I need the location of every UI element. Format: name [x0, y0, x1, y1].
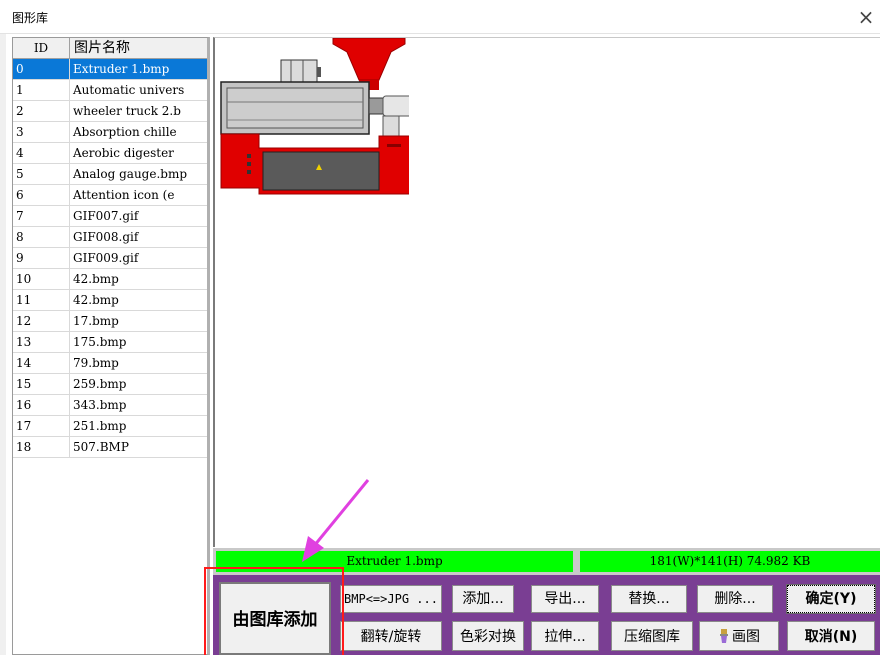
list-item-id: 1	[13, 80, 70, 100]
paint-button-label: 画图	[732, 629, 760, 645]
compress-library-button[interactable]: 压缩图库	[611, 621, 693, 651]
list-rows: 0 Extruder 1.bmp 1 Automatic univers 2 wheele…	[13, 59, 207, 458]
list-item-name: Extruder 1.bmp	[73, 62, 170, 76]
list-item-id: 14	[13, 353, 70, 373]
list-item-name: 79.bmp	[73, 356, 119, 370]
color-swap-button[interactable]: 色彩对换	[452, 621, 524, 651]
list-item-id: 18	[13, 437, 70, 457]
list-item[interactable]: 8 GIF008.gif	[13, 227, 207, 248]
list-item[interactable]: 10 42.bmp	[13, 269, 207, 290]
list-item-id: 5	[13, 164, 70, 184]
list-item[interactable]: 0 Extruder 1.bmp	[13, 59, 207, 80]
list-item-id: 4	[13, 143, 70, 163]
list-item-id: 16	[13, 395, 70, 415]
list-item[interactable]: 14 79.bmp	[13, 353, 207, 374]
list-item-name: 507.BMP	[73, 440, 129, 454]
cancel-button[interactable]: 取消(N)	[787, 621, 875, 651]
column-header-id[interactable]: ID	[13, 38, 70, 58]
ok-button[interactable]: 确定(Y)	[786, 584, 876, 614]
list-item[interactable]: 6 Attention icon (e	[13, 185, 207, 206]
list-item-id: 0	[13, 59, 70, 79]
list-item-name: wheeler truck 2.b	[73, 104, 181, 118]
list-item-name: 175.bmp	[73, 335, 127, 349]
list-item[interactable]: 12 17.bmp	[13, 311, 207, 332]
bmp-jpg-convert-button[interactable]: BMP<=>JPG ...	[340, 585, 442, 613]
extruder-machine-image	[220, 38, 409, 195]
list-item-name: 259.bmp	[73, 377, 127, 391]
list-item[interactable]: 2 wheeler truck 2.b	[13, 101, 207, 122]
list-item-name: Absorption chille	[73, 125, 177, 139]
title-bar: 图形库 ×	[0, 0, 880, 34]
paint-brush-icon	[720, 629, 728, 643]
list-item-id: 7	[13, 206, 70, 226]
list-item-name: 42.bmp	[73, 293, 119, 307]
close-icon[interactable]: ×	[856, 6, 876, 28]
list-item[interactable]: 13 175.bmp	[13, 332, 207, 353]
list-item[interactable]: 18 507.BMP	[13, 437, 207, 458]
list-item-name: Automatic univers	[73, 83, 185, 97]
list-item-id: 2	[13, 101, 70, 121]
list-item-id: 8	[13, 227, 70, 247]
list-header: ID 图片名称	[13, 38, 207, 59]
list-item[interactable]: 9 GIF009.gif	[13, 248, 207, 269]
replace-button[interactable]: 替换...	[611, 585, 687, 613]
image-list[interactable]: ID 图片名称 0 Extruder 1.bmp 1 Automatic univer…	[12, 37, 210, 655]
list-item-name: 251.bmp	[73, 419, 127, 433]
list-item-name: 42.bmp	[73, 272, 119, 286]
list-item-name: Aerobic digester	[73, 146, 174, 160]
add-button[interactable]: 添加...	[452, 585, 514, 613]
list-item-id: 10	[13, 269, 70, 289]
list-item[interactable]: 16 343.bmp	[13, 395, 207, 416]
list-item-name: GIF009.gif	[73, 251, 139, 265]
list-item-id: 6	[13, 185, 70, 205]
list-item-id: 13	[13, 332, 70, 352]
list-item-name: GIF008.gif	[73, 230, 139, 244]
window-title: 图形库	[12, 11, 49, 25]
list-item[interactable]: 11 42.bmp	[13, 290, 207, 311]
list-item-name: 17.bmp	[73, 314, 119, 328]
stretch-button[interactable]: 拉伸...	[531, 621, 599, 651]
export-button[interactable]: 导出...	[531, 585, 599, 613]
list-item-name: Analog gauge.bmp	[73, 167, 188, 181]
list-item[interactable]: 7 GIF007.gif	[13, 206, 207, 227]
list-item[interactable]: 3 Absorption chille	[13, 122, 207, 143]
column-header-name[interactable]: 图片名称	[70, 38, 207, 58]
annotation-arrow-icon	[302, 479, 370, 562]
list-item-id: 12	[13, 311, 70, 331]
list-item[interactable]: 15 259.bmp	[13, 374, 207, 395]
list-item-id: 3	[13, 122, 70, 142]
status-image-info: 181(W)*141(H) 74.982 KB	[580, 551, 880, 572]
list-item[interactable]: 5 Analog gauge.bmp	[13, 164, 207, 185]
list-item[interactable]: 1 Automatic univers	[13, 80, 207, 101]
list-item-name: GIF007.gif	[73, 209, 139, 223]
image-preview	[213, 37, 880, 547]
flip-rotate-button[interactable]: 翻转/旋转	[340, 621, 442, 651]
list-item-id: 17	[13, 416, 70, 436]
list-item-name: Attention icon (e	[73, 188, 175, 202]
list-item-id: 9	[13, 248, 70, 268]
delete-button[interactable]: 删除...	[697, 585, 773, 613]
list-item[interactable]: 17 251.bmp	[13, 416, 207, 437]
list-item-id: 11	[13, 290, 70, 310]
list-item-name: 343.bmp	[73, 398, 127, 412]
paint-button[interactable]: 画图	[699, 621, 779, 651]
list-item[interactable]: 4 Aerobic digester	[13, 143, 207, 164]
list-item-id: 15	[13, 374, 70, 394]
annotation-highlight-box	[204, 567, 344, 655]
window-left-edge	[0, 0, 6, 655]
